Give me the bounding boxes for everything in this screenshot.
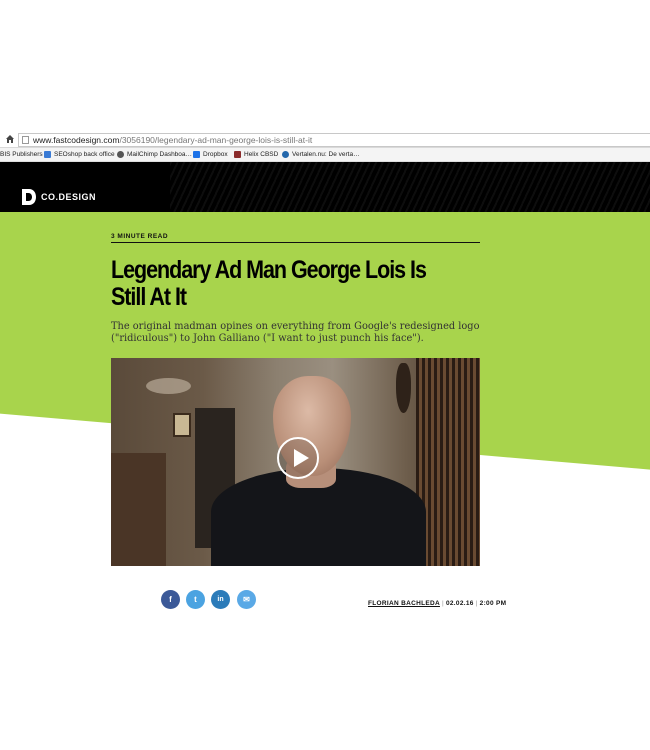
address-bar: www.fastcodesign.com/3056190/legendary-a… <box>0 132 650 148</box>
site-logo-text[interactable]: CO.DESIGN <box>41 192 96 202</box>
bookmark-vertalen[interactable]: Vertalen.nu: De verta… <box>282 148 360 161</box>
play-button[interactable] <box>277 437 319 479</box>
bookmark-label: BIS Publishers <box>0 151 43 158</box>
header-pattern <box>170 162 650 212</box>
bookmark-dropbox[interactable]: Dropbox <box>193 148 228 161</box>
article-dek: The original madman opines on everything… <box>111 321 480 344</box>
seoshop-icon <box>44 151 51 158</box>
bookmark-label: Vertalen.nu: De verta… <box>292 151 360 158</box>
video-lamp <box>146 378 191 394</box>
fastco-logo-icon[interactable] <box>22 189 36 205</box>
play-icon <box>294 449 309 467</box>
article-headline: Legendary Ad Man George Lois Is Still At… <box>111 256 427 311</box>
home-icon[interactable] <box>5 134 15 144</box>
publish-date: 02.02.16 <box>445 600 474 607</box>
vertalen-icon <box>282 151 289 158</box>
bookmark-label: Dropbox <box>203 151 228 158</box>
read-time: 3 MINUTE READ <box>111 233 169 240</box>
bookmark-label: Helix CBSD <box>244 151 279 158</box>
url-domain: www.fastcodesign.com <box>33 135 120 145</box>
linkedin-icon[interactable]: in <box>211 590 230 609</box>
video-wall-mask <box>396 363 411 413</box>
byline-separator: | <box>441 600 444 607</box>
mailchimp-icon <box>117 151 124 158</box>
video-picture-frame <box>173 413 191 437</box>
bookmark-helix[interactable]: Helix CBSD <box>234 148 278 161</box>
page-icon <box>22 136 29 144</box>
bookmarks-bar: BIS Publishers SEOshop back office MailC… <box>0 148 650 162</box>
video-shelf <box>111 453 166 566</box>
bookmark-mailchimp[interactable]: MailChimp Dashboa… <box>117 148 192 161</box>
bookmark-seoshop[interactable]: SEOshop back office <box>44 148 115 161</box>
twitter-icon[interactable]: t <box>186 590 205 609</box>
publish-time: 2:00 PM <box>479 600 507 607</box>
facebook-icon[interactable]: f <box>161 590 180 609</box>
helix-icon <box>234 151 241 158</box>
bookmark-bis-publishers[interactable]: BIS Publishers <box>0 148 43 161</box>
author-link[interactable]: FLORIAN BACHLEDA <box>368 600 440 607</box>
url-text: www.fastcodesign.com/3056190/legendary-a… <box>33 134 312 146</box>
url-path: /3056190/legendary-ad-man-george-lois-is… <box>119 135 313 145</box>
byline-separator: | <box>475 600 478 607</box>
bookmark-label: SEOshop back office <box>54 151 115 158</box>
divider <box>111 242 480 243</box>
site-header <box>0 162 650 212</box>
bookmark-label: MailChimp Dashboa… <box>127 151 193 158</box>
email-icon[interactable]: ✉ <box>237 590 256 609</box>
url-input[interactable]: www.fastcodesign.com/3056190/legendary-a… <box>18 133 650 147</box>
dropbox-icon <box>193 151 200 158</box>
byline: FLORIAN BACHLEDA | 02.02.16 | 2:00 PM <box>368 600 506 607</box>
